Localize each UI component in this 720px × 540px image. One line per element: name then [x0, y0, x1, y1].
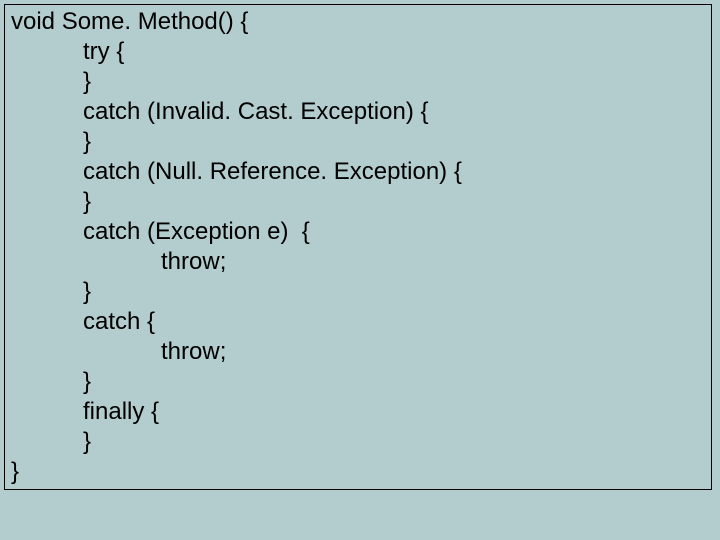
code-line: }: [83, 367, 705, 397]
code-line: }: [83, 67, 705, 97]
code-panel: void Some. Method() { try { } catch (Inv…: [4, 4, 712, 490]
code-line: throw;: [161, 337, 705, 367]
code-line: throw;: [161, 247, 705, 277]
code-line: }: [83, 187, 705, 217]
code-line: catch (Null. Reference. Exception) {: [83, 157, 705, 187]
code-line: }: [11, 457, 705, 487]
code-line: try {: [83, 37, 705, 67]
code-line: }: [83, 277, 705, 307]
code-line: catch {: [83, 307, 705, 337]
code-line: finally {: [83, 397, 705, 427]
code-line: }: [83, 427, 705, 457]
code-line: catch (Exception e) {: [83, 217, 705, 247]
code-line: void Some. Method() {: [11, 7, 705, 37]
code-line: }: [83, 127, 705, 157]
code-line: catch (Invalid. Cast. Exception) {: [83, 97, 705, 127]
